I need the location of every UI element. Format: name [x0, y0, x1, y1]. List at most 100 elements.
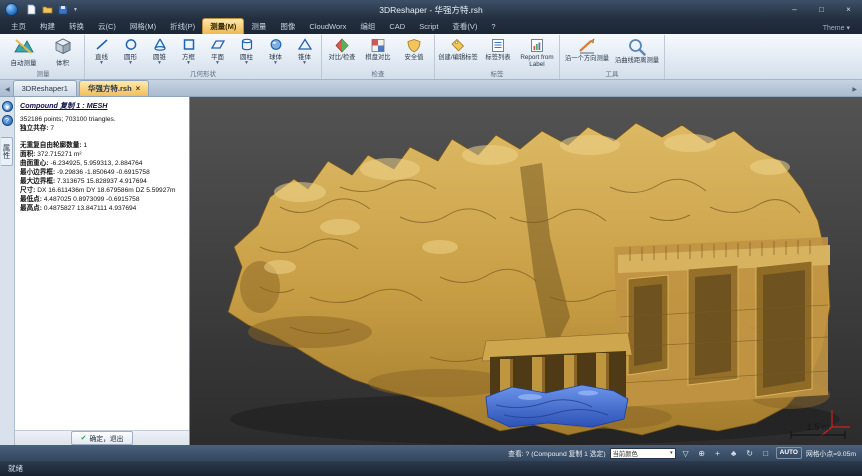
tab-home[interactable]: 主页: [4, 19, 33, 34]
tab-mesh[interactable]: 网格(M): [123, 19, 163, 34]
tab-measure-active[interactable]: 测量(M): [202, 18, 244, 34]
box-button[interactable]: 方框 ▼: [175, 36, 202, 66]
info-round-icon[interactable]: ?: [2, 115, 13, 126]
report-icon: [529, 38, 545, 53]
circle-dropdown-icon[interactable]: ▼: [128, 61, 133, 66]
color-mode-combobox[interactable]: 当前颜色 ▾: [610, 448, 676, 459]
tab-cloudworx[interactable]: CloudWorx: [302, 19, 353, 34]
ribbon-tab-bar: 主页 构建 转换 云(C) 网格(M) 折线(P) 测量(M) 测量 图像 Cl…: [0, 19, 862, 34]
sphere-button[interactable]: 球体 ▼: [262, 36, 289, 66]
group-caption-labels: 标签: [435, 71, 559, 79]
safety-value-button[interactable]: 安全值: [397, 36, 431, 61]
doc-tabs-prev-icon[interactable]: ◀: [2, 86, 13, 96]
qat-dropdown-icon[interactable]: ▼: [73, 7, 78, 13]
group-caption-tools: 工具: [560, 71, 664, 79]
compare-inspect-button[interactable]: 对比/检查: [325, 36, 359, 61]
filter-icon[interactable]: ▽: [680, 447, 692, 459]
property-row: 352186 points; 703100 triangles.: [20, 115, 184, 124]
minimize-button[interactable]: –: [781, 0, 808, 19]
property-row: 最小边界框: -9.29836 -1.850649 -0.6915758: [20, 168, 184, 177]
properties-panel: Compound 复制 1 : MESH 352186 points; 7031…: [15, 97, 190, 445]
shield-icon: [406, 38, 422, 53]
new-file-icon[interactable]: [24, 3, 38, 16]
cube-icon: [53, 37, 73, 56]
tab-build[interactable]: 构建: [33, 19, 62, 34]
doc-tab-3dreshaper1[interactable]: 3DReshaper1: [13, 80, 77, 96]
help-round-icon[interactable]: ◉: [2, 101, 13, 112]
theme-dropdown[interactable]: Theme ▾: [819, 22, 854, 34]
property-row: 最大边界框: 7.313675 15.828937 4.917694: [20, 177, 184, 186]
pan-icon[interactable]: +: [712, 447, 724, 459]
sphere-dropdown-icon[interactable]: ▼: [273, 61, 278, 66]
left-icon-strip: ◉ ? 属性: [0, 97, 15, 445]
mesh-render: 1.5 m: [190, 97, 862, 445]
tab-image[interactable]: 图像: [273, 19, 302, 34]
checker-compare-button[interactable]: 棋盘对比: [361, 36, 395, 61]
check-icon: ✔: [81, 434, 87, 442]
tab-view[interactable]: 查看(V): [445, 19, 484, 34]
doc-tabs-next-icon[interactable]: ▶: [849, 86, 860, 96]
compare-icon: [334, 38, 350, 53]
plane-dropdown-icon[interactable]: ▼: [215, 61, 220, 66]
frame-icon[interactable]: □: [760, 447, 772, 459]
label-list-button[interactable]: 标签列表: [480, 36, 516, 61]
cylinder-button[interactable]: 圆柱 ▼: [233, 36, 260, 66]
group-caption-geometry: 几何形状: [85, 71, 321, 79]
ribbon-group-labels: 创建/编辑标签 标签列表 Report from Label 标签: [435, 35, 560, 79]
open-folder-icon[interactable]: [40, 3, 54, 16]
tab-polyline[interactable]: 折线(P): [163, 19, 202, 34]
spacer: [20, 133, 184, 141]
close-button[interactable]: ×: [835, 0, 862, 19]
create-edit-label-button[interactable]: 创建/编辑标签: [438, 36, 478, 61]
auto-mode-button[interactable]: AUTO: [776, 447, 802, 459]
select-icon[interactable]: ♣: [728, 447, 740, 459]
pyramid-button[interactable]: 锥体 ▼: [291, 36, 318, 66]
tab-cad[interactable]: CAD: [382, 19, 412, 34]
grid-step-info: 网格小点=9.05m: [806, 448, 856, 458]
cylinder-dropdown-icon[interactable]: ▼: [244, 61, 249, 66]
cone-icon: [153, 38, 167, 51]
pyramid-dropdown-icon[interactable]: ▼: [302, 61, 307, 66]
properties-panel-body: Compound 复制 1 : MESH 352186 points; 7031…: [15, 97, 189, 430]
app-window: ▼ 3DReshaper - 华强方特.rsh – □ × 主页 构建 转换 云…: [0, 0, 862, 476]
circle-icon: [124, 38, 138, 51]
cone-dropdown-icon[interactable]: ▼: [157, 61, 162, 66]
property-row: 尺寸: DX 16.611436m DY 18.679586m DZ 5.599…: [20, 186, 184, 195]
zoom-icon[interactable]: ⊕: [696, 447, 708, 459]
box-icon: [182, 38, 196, 51]
doc-tab-active[interactable]: 华强方特.rsh ×: [79, 80, 149, 96]
3d-viewport[interactable]: 1.5 m: [190, 97, 862, 445]
tab-help[interactable]: ?: [484, 19, 502, 34]
rotate-icon[interactable]: ↻: [744, 447, 756, 459]
properties-vertical-tab[interactable]: 属性: [1, 137, 13, 166]
line-icon: [95, 38, 109, 51]
tab-cloud[interactable]: 云(C): [91, 19, 123, 34]
maximize-button[interactable]: □: [808, 0, 835, 19]
cone-button[interactable]: 圆锥 ▼: [146, 36, 173, 66]
auto-measure-button[interactable]: 自动测量: [5, 36, 42, 67]
plane-button[interactable]: 平面 ▼: [204, 36, 231, 66]
app-logo-icon[interactable]: [5, 3, 18, 16]
property-row: 最高点: 0.4875827 13.847111 4.937694: [20, 204, 184, 213]
doc-tab-close-icon[interactable]: ×: [136, 84, 141, 93]
tab-script[interactable]: Script: [412, 19, 445, 34]
save-icon[interactable]: [56, 3, 70, 16]
circle-button[interactable]: 圆形 ▼: [117, 36, 144, 66]
tab-measure2[interactable]: 测量: [244, 19, 273, 34]
measure-along-curve-button[interactable]: 沿曲线距离测量: [613, 36, 661, 64]
tab-transform[interactable]: 转换: [62, 19, 91, 34]
doc-tab-label: 华强方特.rsh: [88, 83, 132, 94]
confirm-exit-button[interactable]: ✔ 确定，退出: [71, 431, 134, 445]
line-button[interactable]: 直线 ▼: [88, 36, 115, 66]
ribbon-toolbar: 自动测量 体积 测量 直线 ▼ 圆形 ▼: [0, 34, 862, 80]
volume-button[interactable]: 体积: [44, 36, 81, 67]
ready-status: 就绪: [8, 463, 23, 474]
tab-group[interactable]: 编组: [353, 19, 382, 34]
measure-along-direction-button[interactable]: 沿一个方向测量: [563, 36, 611, 62]
report-from-label-button[interactable]: Report from Label: [518, 36, 556, 68]
line-dropdown-icon[interactable]: ▼: [99, 61, 104, 66]
selection-info: 查看: ? (Compound 复制 1 选定): [508, 448, 605, 458]
box-dropdown-icon[interactable]: ▼: [186, 61, 191, 66]
group-caption-inspect: 检查: [322, 71, 434, 79]
status-bar: 就绪: [0, 461, 862, 476]
